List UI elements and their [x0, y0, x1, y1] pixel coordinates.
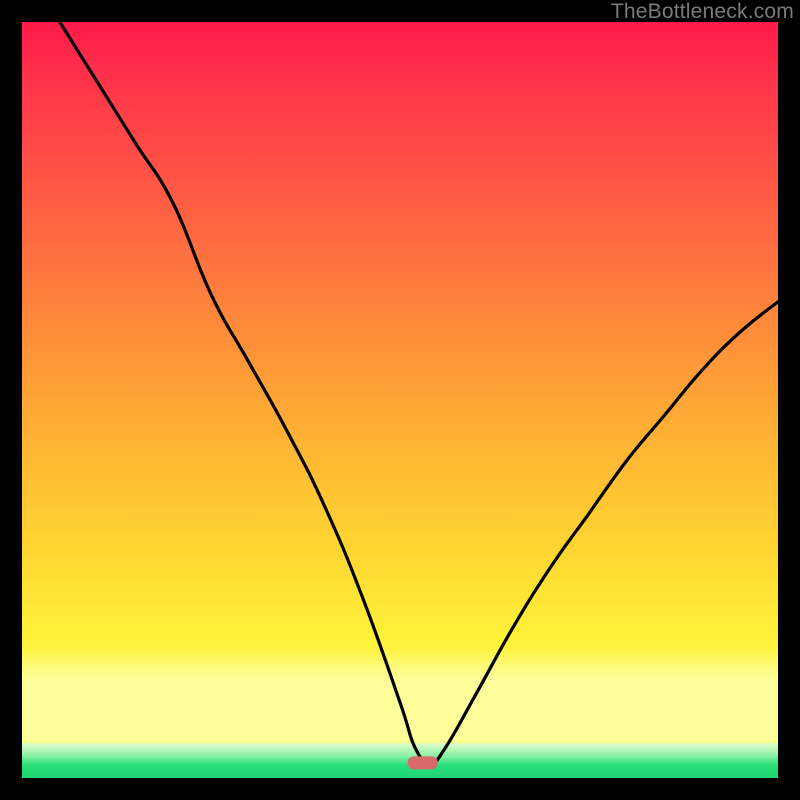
curve-layer — [22, 22, 778, 778]
chart-frame: TheBottleneck.com — [0, 0, 800, 800]
plot-area — [22, 22, 778, 778]
bottleneck-curve — [60, 22, 778, 763]
attribution-watermark: TheBottleneck.com — [611, 0, 794, 24]
optimum-marker — [408, 756, 438, 769]
